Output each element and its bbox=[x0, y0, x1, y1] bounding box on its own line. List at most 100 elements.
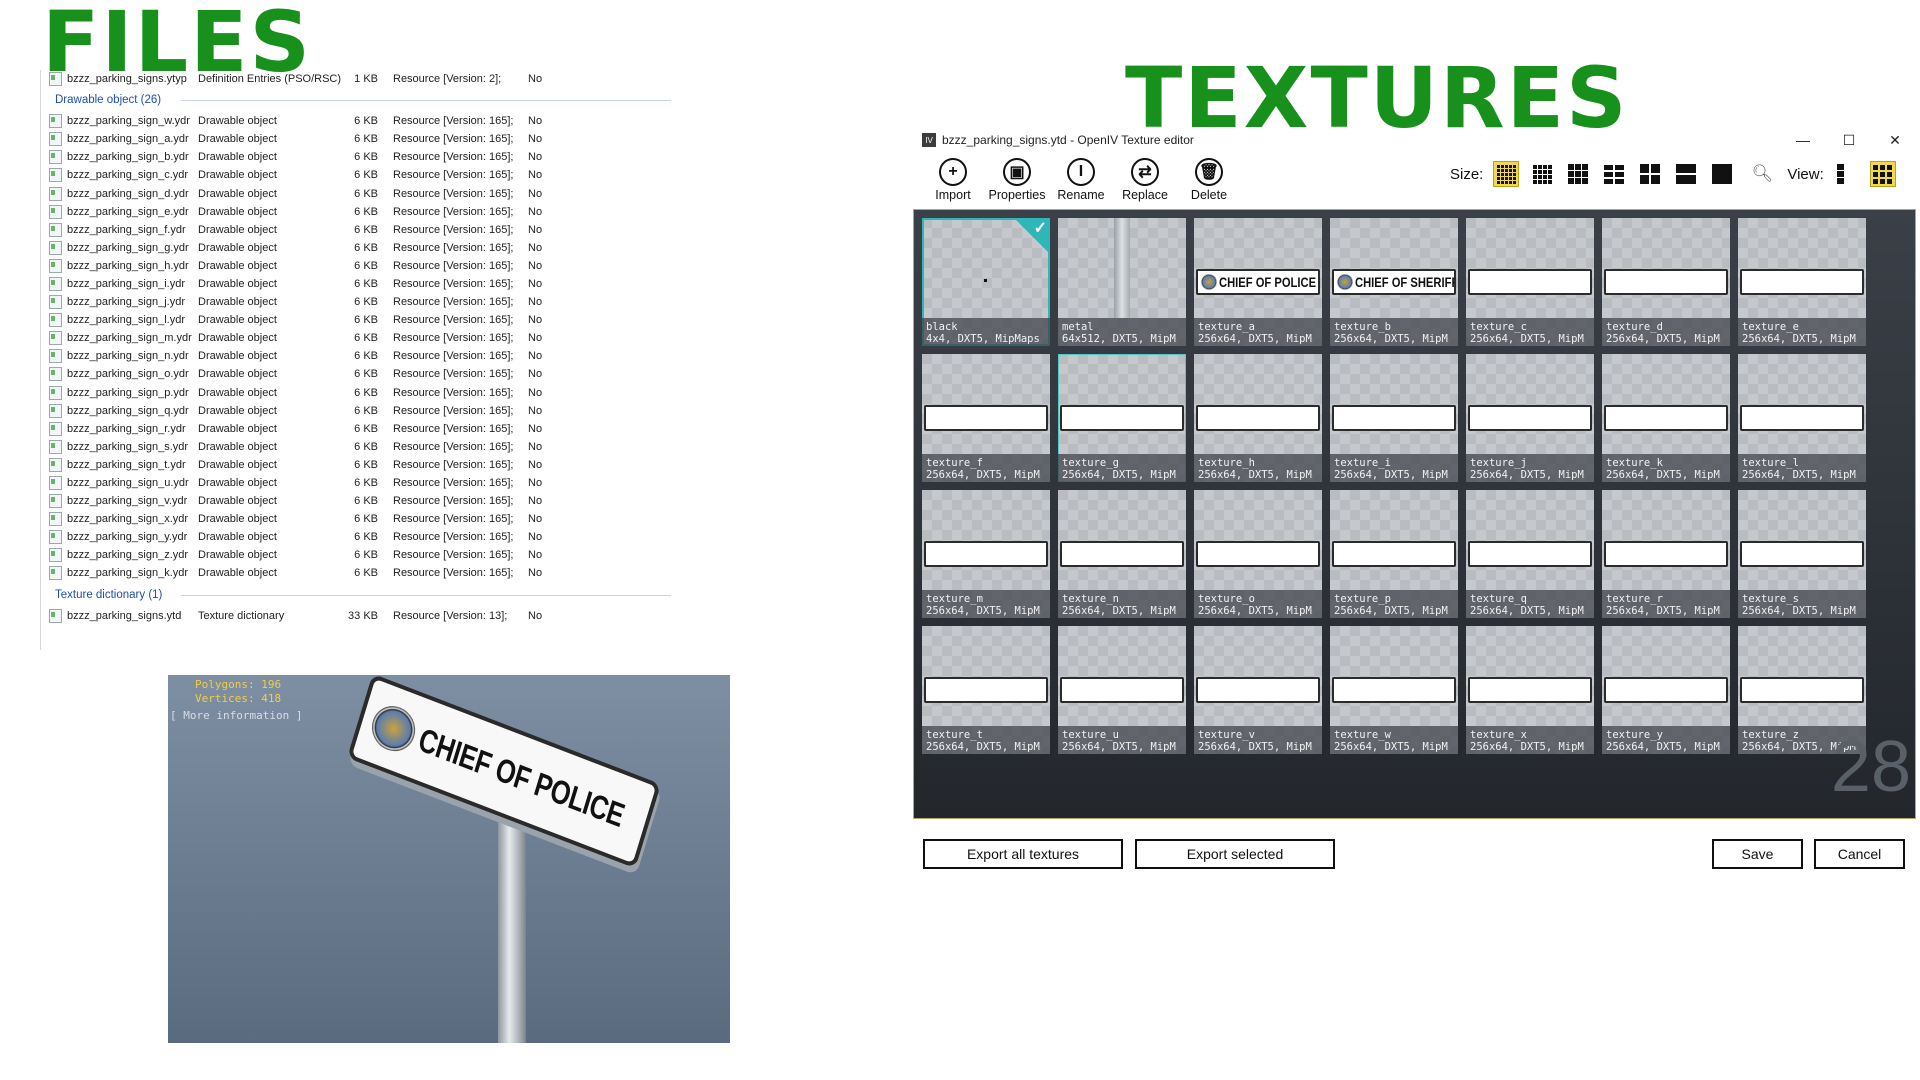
view-label: View: bbox=[1787, 165, 1824, 183]
replace-icon: ⇄ bbox=[1131, 158, 1159, 186]
texture-tile[interactable]: texture_g 256x64, DXT5, MipM bbox=[1058, 354, 1186, 482]
size-wide-grid-button[interactable] bbox=[1601, 161, 1627, 187]
size-large-grid-button[interactable] bbox=[1637, 161, 1663, 187]
texture-tile[interactable]: texture_w 256x64, DXT5, MipM bbox=[1330, 626, 1458, 754]
save-button[interactable]: Save bbox=[1712, 839, 1803, 869]
texture-tile[interactable]: texture_j 256x64, DXT5, MipM bbox=[1466, 354, 1594, 482]
texture-tile[interactable]: CHIEF OF SHERIFF texture_b 256x64, DXT5, M… bbox=[1330, 218, 1458, 346]
texture-tile[interactable]: texture_r 256x64, DXT5, MipM bbox=[1602, 490, 1730, 618]
file-row[interactable]: bzzz_parking_sign_f.ydr Drawable object 6 … bbox=[41, 221, 671, 239]
texture-tile[interactable]: texture_o 256x64, DXT5, MipM bbox=[1194, 490, 1322, 618]
rename-button[interactable]: I Rename bbox=[1049, 158, 1113, 202]
file-row[interactable]: bzzz_parking_sign_z.ydr Drawable object 6 … bbox=[41, 546, 671, 564]
model-viewport[interactable]: Polygons: 196 Vertices: 418 [ More infor… bbox=[168, 675, 730, 1043]
texture-tile[interactable]: texture_s 256x64, DXT5, MipM bbox=[1738, 490, 1866, 618]
size-small-grid-button[interactable] bbox=[1529, 161, 1555, 187]
file-type: Drawable object bbox=[198, 332, 277, 345]
file-row[interactable]: bzzz_parking_sign_o.ydr Drawable object 6 … bbox=[41, 365, 671, 383]
file-size: 6 KB bbox=[354, 549, 378, 562]
replace-label: Replace bbox=[1122, 188, 1168, 202]
file-row[interactable]: bzzz_parking_sign_d.ydr Drawable object 6 … bbox=[41, 184, 671, 202]
tool-buttons: + Import ▣ Properties I Rename ⇄ Replace 🗑 Delete bbox=[913, 158, 1241, 202]
file-flag: No bbox=[528, 567, 543, 580]
file-row[interactable]: bzzz_parking_sign_h.ydr Drawable object 6 … bbox=[41, 257, 671, 275]
texture-tile[interactable]: CHIEF OF POLICE texture_a 256x64, DXT5, Mi… bbox=[1194, 218, 1322, 346]
file-row[interactable]: bzzz_parking_sign_p.ydr Drawable object 6 … bbox=[41, 384, 671, 402]
file-name: bzzz_parking_sign_s.ydr bbox=[67, 440, 189, 453]
file-row[interactable]: bzzz_parking_sign_e.ydr Drawable object 6 … bbox=[41, 203, 671, 221]
texture-caption: texture_x 256x64, DXT5, MipM bbox=[1466, 726, 1594, 754]
texture-tile[interactable]: texture_e 256x64, DXT5, MipM bbox=[1738, 218, 1866, 346]
size-single-button[interactable] bbox=[1709, 161, 1735, 187]
properties-button[interactable]: ▣ Properties bbox=[985, 158, 1049, 202]
file-row[interactable]: bzzz_parking_sign_s.ydr Drawable object 6 … bbox=[41, 438, 671, 456]
file-group-header[interactable]: Drawable object (26) bbox=[41, 88, 671, 112]
texture-info: 256x64, DXT5, MipM bbox=[1198, 605, 1312, 617]
size-medium-grid-button[interactable] bbox=[1565, 161, 1591, 187]
texture-tile[interactable]: texture_v 256x64, DXT5, MipM bbox=[1194, 626, 1322, 754]
file-row[interactable]: bzzz_parking_sign_m.ydr Drawable object 6 … bbox=[41, 329, 671, 347]
texture-tile[interactable]: texture_q 256x64, DXT5, MipM bbox=[1466, 490, 1594, 618]
close-button[interactable]: ✕ bbox=[1872, 132, 1918, 149]
file-row[interactable]: bzzz_parking_sign_j.ydr Drawable object 6 … bbox=[41, 293, 671, 311]
file-row[interactable]: bzzz_parking_sign_v.ydr Drawable object 6 … bbox=[41, 492, 671, 510]
export-all-button[interactable]: Export all textures bbox=[923, 839, 1123, 869]
texture-tile[interactable]: texture_n 256x64, DXT5, MipM bbox=[1058, 490, 1186, 618]
texture-tile[interactable]: texture_u 256x64, DXT5, MipM bbox=[1058, 626, 1186, 754]
size-row-button[interactable] bbox=[1673, 161, 1699, 187]
texture-tile[interactable]: texture_t 256x64, DXT5, MipM bbox=[922, 626, 1050, 754]
file-group-header[interactable]: Texture dictionary (1) bbox=[41, 583, 671, 607]
file-row[interactable]: bzzz_parking_sign_k.ydr Drawable object 6 … bbox=[41, 564, 671, 582]
file-row[interactable]: bzzz_parking_sign_u.ydr Drawable object 6 … bbox=[41, 474, 671, 492]
more-information-link[interactable]: [ More information ] bbox=[170, 709, 302, 722]
file-type: Drawable object bbox=[198, 567, 277, 580]
file-row[interactable]: bzzz_parking_sign_l.ydr Drawable object 6 … bbox=[41, 311, 671, 329]
texture-tile[interactable]: texture_i 256x64, DXT5, MipM bbox=[1330, 354, 1458, 482]
texture-tile[interactable]: texture_x 256x64, DXT5, MipM bbox=[1466, 626, 1594, 754]
file-row[interactable]: bzzz_parking_sign_x.ydr Drawable object 6 … bbox=[41, 510, 671, 528]
texture-name: texture_o bbox=[1198, 593, 1255, 605]
view-grid-button[interactable] bbox=[1869, 161, 1896, 187]
file-icon bbox=[49, 367, 62, 382]
file-row[interactable]: bzzz_parking_signs.ytyp Definition Entri… bbox=[41, 70, 671, 88]
texture-info: 256x64, DXT5, MipM bbox=[1742, 605, 1856, 617]
file-row[interactable]: bzzz_parking_sign_c.ydr Drawable object 6 … bbox=[41, 166, 671, 184]
texture-tile[interactable]: texture_y 256x64, DXT5, MipM bbox=[1602, 626, 1730, 754]
import-button[interactable]: + Import bbox=[921, 158, 985, 202]
texture-tile[interactable]: ✓ black 4x4, DXT5, MipMaps bbox=[922, 218, 1050, 346]
file-row[interactable]: bzzz_parking_sign_r.ydr Drawable object 6 … bbox=[41, 420, 671, 438]
file-row[interactable]: bzzz_parking_sign_y.ydr Drawable object 6 … bbox=[41, 528, 671, 546]
texture-info: 256x64, DXT5, MipM bbox=[1062, 741, 1176, 753]
file-row[interactable]: bzzz_parking_sign_b.ydr Drawable object 6 … bbox=[41, 148, 671, 166]
file-row[interactable]: bzzz_parking_signs.ytd Texture dictionary… bbox=[41, 607, 671, 625]
export-selected-button[interactable]: Export selected bbox=[1135, 839, 1335, 869]
minimize-button[interactable]: — bbox=[1780, 132, 1826, 148]
file-row[interactable]: bzzz_parking_sign_i.ydr Drawable object 6 … bbox=[41, 275, 671, 293]
polygon-count: Polygons: 196 bbox=[195, 678, 282, 691]
view-list-button[interactable] bbox=[1834, 161, 1860, 187]
file-row[interactable]: bzzz_parking_sign_t.ydr Drawable object 6 … bbox=[41, 456, 671, 474]
texture-name: texture_n bbox=[1062, 593, 1119, 605]
texture-tile[interactable]: texture_p 256x64, DXT5, MipM bbox=[1330, 490, 1458, 618]
file-row[interactable]: bzzz_parking_sign_a.ydr Drawable object 6 … bbox=[41, 130, 671, 148]
file-row[interactable]: bzzz_parking_sign_n.ydr Drawable object 6 … bbox=[41, 347, 671, 365]
texture-tile[interactable]: texture_f 256x64, DXT5, MipM bbox=[922, 354, 1050, 482]
texture-tile[interactable]: texture_l 256x64, DXT5, MipM bbox=[1738, 354, 1866, 482]
size-label: Size: bbox=[1450, 165, 1484, 183]
texture-tile[interactable]: texture_h 256x64, DXT5, MipM bbox=[1194, 354, 1322, 482]
file-row[interactable]: bzzz_parking_sign_g.ydr Drawable object 6 … bbox=[41, 239, 671, 257]
size-tiny-grid-button[interactable] bbox=[1493, 161, 1520, 187]
delete-button[interactable]: 🗑 Delete bbox=[1177, 158, 1241, 202]
replace-button[interactable]: ⇄ Replace bbox=[1113, 158, 1177, 202]
texture-tile[interactable]: texture_m 256x64, DXT5, MipM bbox=[922, 490, 1050, 618]
maximize-button[interactable]: ☐ bbox=[1826, 132, 1872, 149]
file-row[interactable]: bzzz_parking_sign_q.ydr Drawable object 6 … bbox=[41, 402, 671, 420]
texture-tile[interactable]: texture_k 256x64, DXT5, MipM bbox=[1602, 354, 1730, 482]
texture-tile[interactable]: metal 64x512, DXT5, MipM bbox=[1058, 218, 1186, 346]
large-grid-icon bbox=[1640, 164, 1661, 184]
texture-tile[interactable]: texture_c 256x64, DXT5, MipM bbox=[1466, 218, 1594, 346]
search-icon[interactable]: 🔍︎ bbox=[1749, 164, 1775, 184]
file-row[interactable]: bzzz_parking_sign_w.ydr Drawable object 6 … bbox=[41, 112, 671, 130]
cancel-button[interactable]: Cancel bbox=[1814, 839, 1905, 869]
texture-tile[interactable]: texture_d 256x64, DXT5, MipM bbox=[1602, 218, 1730, 346]
